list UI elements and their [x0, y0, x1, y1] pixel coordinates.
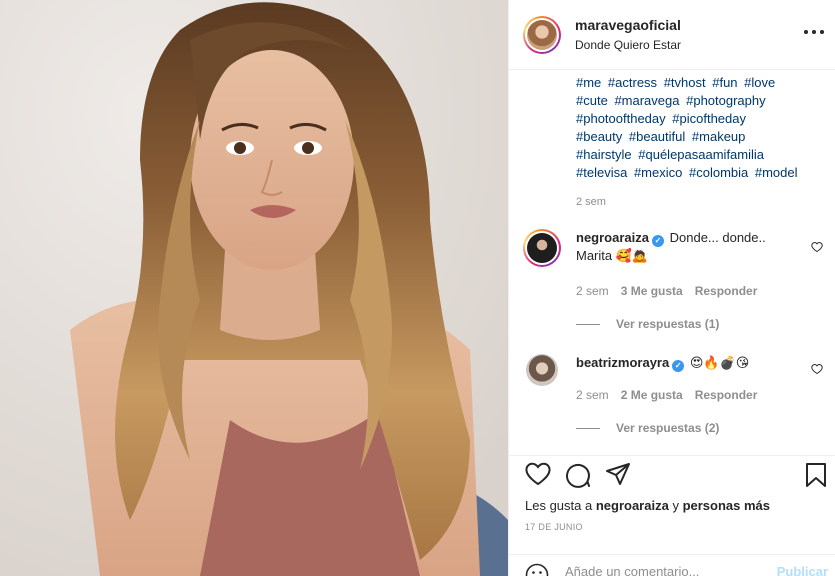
post-date[interactable]: 17 DE JUNIO — [525, 522, 583, 532]
commenter-avatar[interactable] — [526, 354, 558, 386]
publish-button[interactable]: Publicar — [777, 564, 828, 576]
likes-summary[interactable]: Les gusta a negroaraiza y personas más — [525, 498, 770, 513]
comments-list[interactable]: #me #actress #tvhost #fun #love #cute #m… — [509, 71, 835, 455]
comment-item: beatrizmorayra ✓ 😍🔥💣😘 2 sem 2 Me gusta Resp… — [523, 351, 823, 455]
comment-item: negroaraiza ✓ Donde... donde.. Marita 🥰🙇 … — [523, 229, 823, 339]
add-comment-bar: Añade un comentario... Publicar — [509, 554, 835, 576]
share-icon[interactable] — [605, 462, 631, 489]
comment-like-icon[interactable] — [811, 363, 823, 378]
hashtag[interactable]: #colombia — [689, 165, 748, 180]
hashtag[interactable]: #picoftheday — [672, 111, 746, 126]
heart-icon[interactable] — [525, 462, 551, 489]
post-side-panel: maravegaoficial Donde Quiero Estar #me #… — [508, 0, 835, 576]
post-actions: Les gusta a negroaraiza y personas más 1… — [509, 455, 835, 576]
comment-text: Donde... donde.. — [669, 230, 766, 245]
verified-icon: ✓ — [672, 360, 685, 372]
post-photo[interactable] — [0, 0, 508, 576]
more-options-icon[interactable] — [804, 22, 824, 42]
hashtag[interactable]: #makeup — [692, 129, 745, 144]
portrait-image — [0, 0, 508, 576]
hashtag[interactable]: #photography — [686, 93, 766, 108]
comment-time[interactable]: 2 sem — [576, 284, 609, 298]
hashtag[interactable]: #model — [755, 165, 798, 180]
comment-icon[interactable] — [565, 462, 591, 491]
hashtag[interactable]: #tvhost — [664, 75, 706, 90]
view-replies-label: Ver respuestas (2) — [616, 421, 720, 435]
likes-prefix: Les gusta a — [525, 498, 593, 513]
hashtag[interactable]: #actress — [608, 75, 657, 90]
verified-icon: ✓ — [651, 235, 664, 247]
comment-meta: 2 sem 3 Me gusta Responder — [576, 284, 757, 298]
hashtag[interactable]: #televisa — [576, 165, 627, 180]
comment-text-line2: Marita — [576, 248, 613, 263]
comment-like-icon[interactable] — [811, 241, 823, 256]
hashtag[interactable]: #beauty — [576, 129, 622, 144]
comment-likes[interactable]: 2 Me gusta — [621, 388, 683, 402]
hashtag[interactable]: #photooftheday — [576, 111, 666, 126]
caption-hashtags: #me #actress #tvhost #fun #love #cute #m… — [576, 74, 826, 182]
post-header: maravegaoficial Donde Quiero Estar — [509, 0, 835, 70]
view-replies-button[interactable]: Ver respuestas (1) — [576, 317, 719, 331]
comment-likes[interactable]: 3 Me gusta — [621, 284, 683, 298]
bookmark-icon[interactable] — [805, 462, 827, 491]
commenter-avatar[interactable] — [523, 229, 561, 267]
hashtag[interactable]: #fun — [712, 75, 737, 90]
comment-time[interactable]: 2 sem — [576, 388, 609, 402]
view-replies-label: Ver respuestas (1) — [616, 317, 720, 331]
author-username[interactable]: maravegaoficial — [575, 17, 681, 33]
hashtag[interactable]: #hairstyle — [576, 147, 632, 162]
commenter-username[interactable]: negroaraiza — [576, 230, 649, 245]
hashtag[interactable]: #mexico — [634, 165, 682, 180]
comment-emojis: 🥰🙇 — [615, 249, 649, 264]
hashtag[interactable]: #quélepasaamifamilia — [638, 147, 764, 162]
hashtag[interactable]: #beautiful — [629, 129, 685, 144]
comment-emojis: 😍🔥💣😘 — [689, 356, 750, 371]
comment-input[interactable]: Añade un comentario... — [565, 564, 699, 576]
reply-button[interactable]: Responder — [695, 284, 758, 298]
hashtag[interactable]: #maravega — [614, 93, 679, 108]
commenter-username[interactable]: beatrizmorayra — [576, 355, 669, 370]
hashtag[interactable]: #cute — [576, 93, 608, 108]
caption-time[interactable]: 2 sem — [576, 196, 606, 208]
likes-and: y — [672, 498, 679, 513]
smile-icon[interactable] — [525, 563, 549, 576]
likes-others[interactable]: personas más — [683, 498, 770, 513]
comment-meta: 2 sem 2 Me gusta Responder — [576, 388, 757, 402]
view-replies-button[interactable]: Ver respuestas (2) — [576, 421, 719, 435]
reply-button[interactable]: Responder — [695, 388, 758, 402]
post-location[interactable]: Donde Quiero Estar — [575, 38, 681, 52]
author-avatar[interactable] — [523, 15, 561, 54]
hashtag[interactable]: #me — [576, 75, 601, 90]
hashtag[interactable]: #love — [744, 75, 775, 90]
likes-user[interactable]: negroaraiza — [596, 498, 669, 513]
